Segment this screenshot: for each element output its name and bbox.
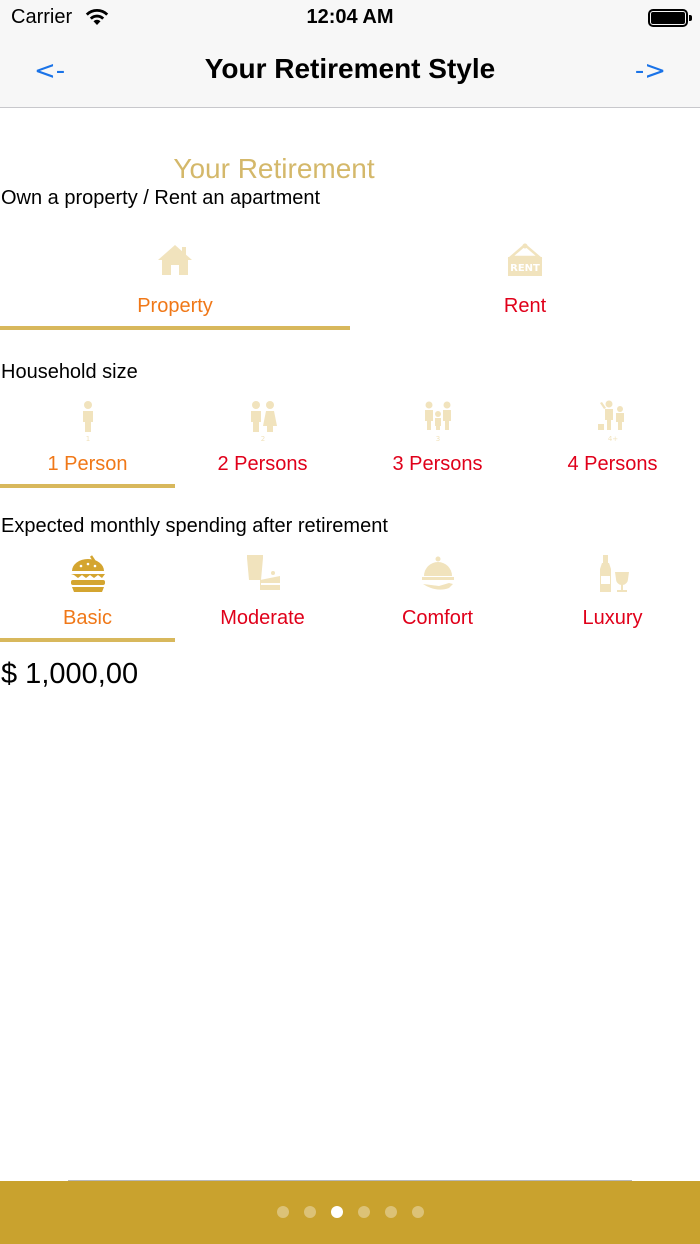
page-dot[interactable] (303, 1206, 316, 1218)
svg-text:1: 1 (85, 435, 89, 442)
option-label: Luxury (582, 607, 643, 629)
option-1-person[interactable]: 1 1 Person (0, 400, 175, 492)
option-basic[interactable]: Basic (0, 554, 175, 646)
selection-indicator (175, 638, 350, 642)
forward-button[interactable]: -> (635, 56, 666, 86)
selection-indicator (175, 484, 350, 488)
page-dot[interactable] (357, 1206, 370, 1218)
four-persons-icon: 4+ (597, 400, 624, 442)
option-3-persons[interactable]: 3 3 Persons (350, 400, 525, 492)
ownership-selector: Property RENT Rent (0, 243, 700, 333)
svg-text:2: 2 (260, 435, 264, 442)
drinks-cake-icon (246, 555, 280, 590)
cloche-icon (421, 556, 454, 590)
option-2-persons[interactable]: 2 2 Persons (175, 400, 350, 492)
page-dot[interactable] (330, 1206, 343, 1218)
option-rent[interactable]: RENT Rent (350, 243, 700, 333)
page-dot[interactable] (411, 1206, 424, 1218)
option-4-persons[interactable]: 4+ 4 Persons (525, 400, 700, 492)
house-icon (158, 245, 192, 275)
battery-icon (648, 9, 692, 27)
option-label: 3 Persons (392, 453, 483, 475)
option-property[interactable]: Property (0, 243, 350, 333)
selection-indicator (0, 638, 175, 642)
page-control[interactable] (0, 1206, 700, 1218)
top-bar: Carrier 12:04 AM <- Your Retirement Styl… (0, 0, 700, 108)
svg-text:3: 3 (435, 435, 439, 442)
section-title: Your Retirement (173, 153, 375, 184)
status-bar: Carrier 12:04 AM (0, 0, 700, 36)
selection-indicator (350, 484, 525, 488)
selection-indicator (350, 638, 525, 642)
clock: 12:04 AM (306, 6, 394, 28)
selection-indicator (0, 484, 175, 488)
option-label: Moderate (220, 607, 305, 629)
option-luxury[interactable]: Luxury (525, 554, 700, 646)
selection-indicator (525, 638, 700, 642)
svg-text:4+: 4+ (607, 435, 617, 442)
ownership-label: Own a property / Rent an apartment (1, 187, 321, 209)
option-label: 1 Person (47, 453, 128, 475)
rent-sign-icon: RENT (507, 243, 543, 276)
svg-text:RENT: RENT (510, 263, 540, 274)
household-selector: 1 1 Person 2 2 Persons 3 3 Persons 4+ 4 … (0, 400, 700, 492)
selection-indicator (0, 326, 350, 330)
wine-icon (599, 555, 629, 592)
option-comfort[interactable]: Comfort (350, 554, 525, 646)
option-label: Rent (503, 295, 547, 317)
household-label: Household size (1, 361, 138, 383)
option-label: 4 Persons (567, 453, 658, 475)
selection-indicator (525, 484, 700, 488)
option-label: Property (137, 295, 213, 317)
burger-icon (70, 555, 105, 592)
one-person-icon: 1 (82, 401, 93, 442)
option-moderate[interactable]: Moderate (175, 554, 350, 646)
selection-indicator (350, 326, 700, 330)
page-dot[interactable] (384, 1206, 397, 1218)
spending-label: Expected monthly spending after retireme… (1, 515, 388, 537)
page-title: Your Retirement Style (204, 53, 496, 84)
page-dot[interactable] (276, 1206, 289, 1218)
option-label: Basic (63, 607, 112, 629)
three-persons-icon: 3 (424, 401, 451, 442)
spending-selector: Basic Moderate Comfort Luxury (0, 554, 700, 646)
option-label: 2 Persons (217, 453, 308, 475)
two-persons-icon: 2 (250, 401, 277, 442)
spending-amount: $ 1,000,00 (1, 658, 139, 690)
option-label: Comfort (401, 607, 474, 629)
